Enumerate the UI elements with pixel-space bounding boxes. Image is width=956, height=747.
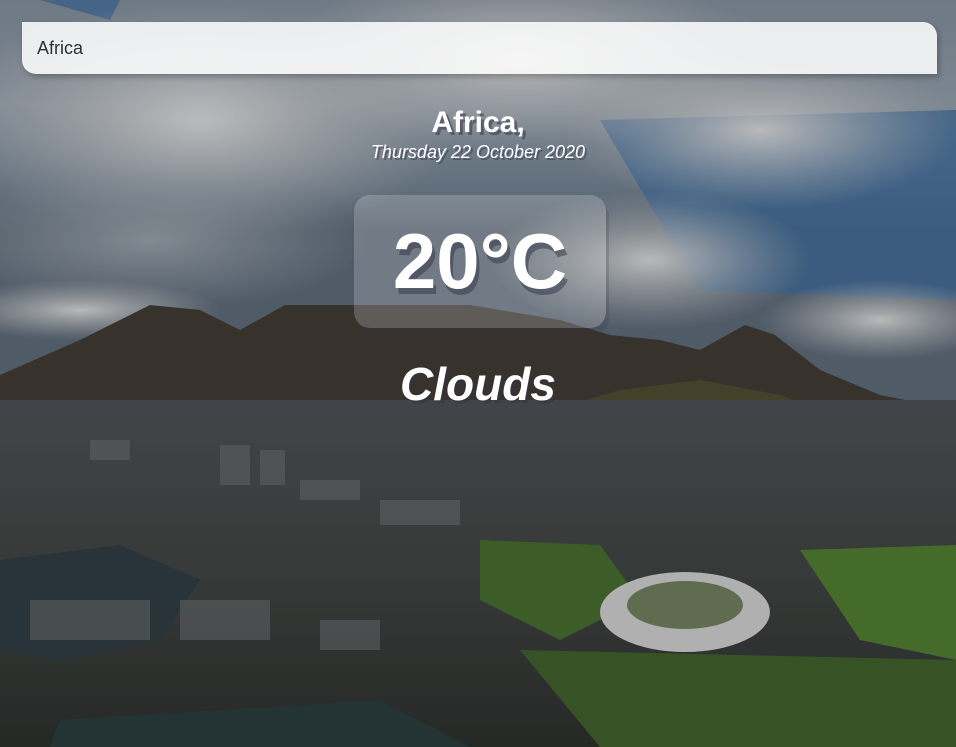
location-name: Africa,	[431, 106, 525, 139]
location-box: Africa, Thursday 22 October 2020	[0, 105, 956, 163]
weather-app: Africa, Thursday 22 October 2020 20°C Cl…	[0, 0, 956, 747]
temperature-display: 20°C	[354, 195, 606, 328]
search-input[interactable]	[22, 22, 937, 74]
current-date: Thursday 22 October 2020	[370, 142, 586, 162]
weather-condition: Clouds	[400, 358, 556, 410]
